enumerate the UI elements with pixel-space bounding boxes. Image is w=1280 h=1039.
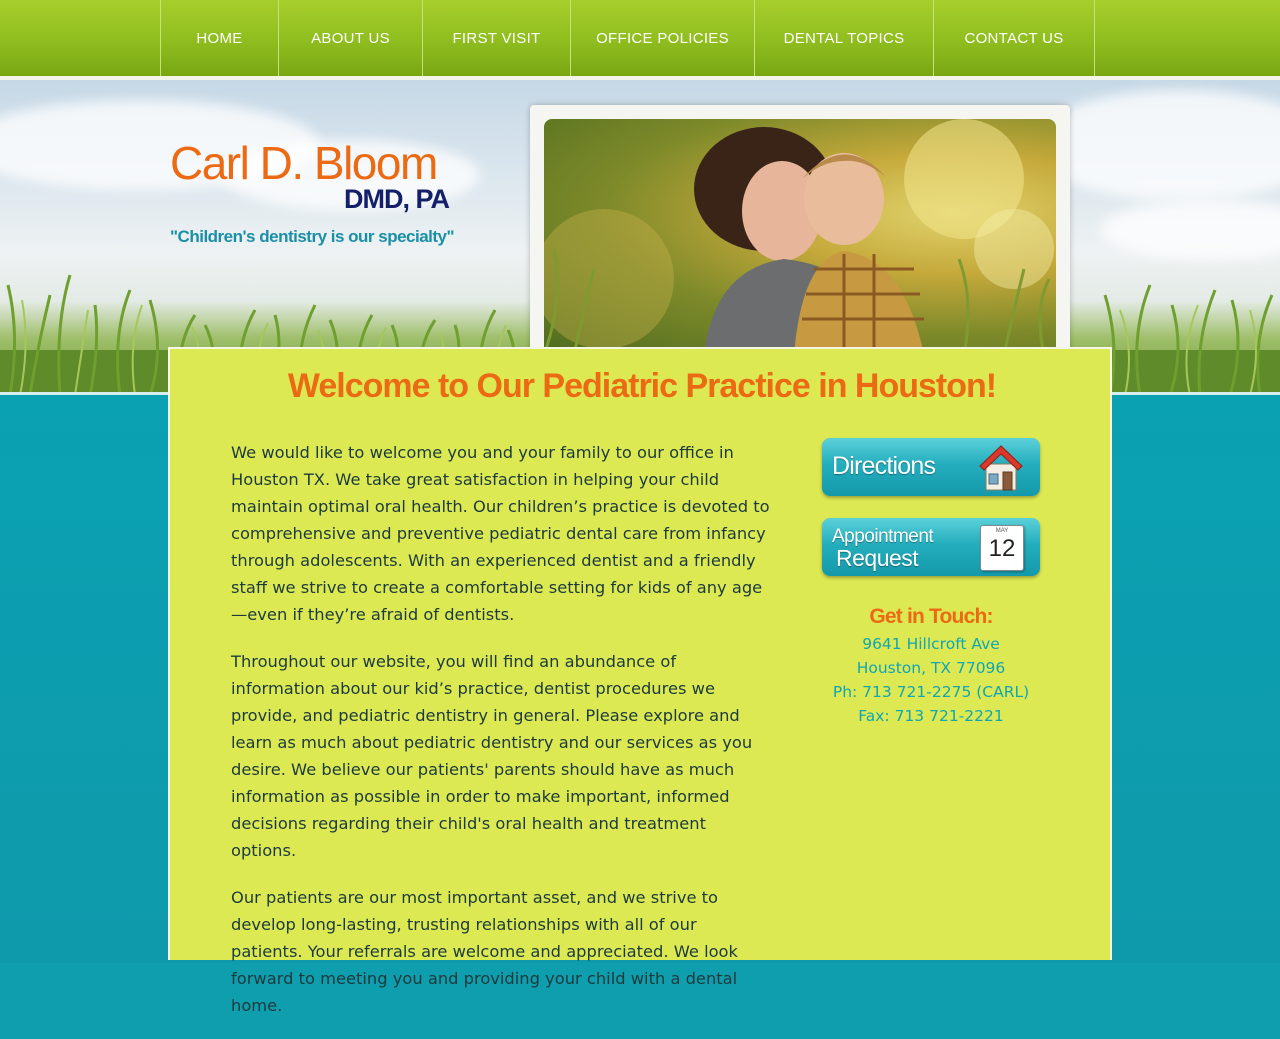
calendar-month: MAY bbox=[995, 528, 1009, 534]
top-navigation: HOME ABOUT US FIRST VISIT OFFICE POLICIE… bbox=[0, 0, 1280, 80]
practice-name: Carl D. Bloom bbox=[170, 137, 438, 189]
phone-number[interactable]: Ph: 713 721-2275 (CARL) bbox=[802, 683, 1060, 701]
content-panel: Welcome to Our Pediatric Practice in Hou… bbox=[168, 347, 1112, 1015]
nav-item-contact-us[interactable]: CONTACT US bbox=[933, 0, 1095, 76]
nav-menu: HOME ABOUT US FIRST VISIT OFFICE POLICIE… bbox=[160, 0, 1095, 76]
calendar-icon: MAY 12 bbox=[980, 525, 1024, 571]
practice-tagline: "Children's dentistry is our specialty" bbox=[170, 227, 455, 246]
house-icon bbox=[979, 445, 1023, 491]
nav-item-home[interactable]: HOME bbox=[160, 0, 278, 76]
practice-credentials: DMD, PA bbox=[344, 184, 450, 214]
nav-item-first-visit[interactable]: FIRST VISIT bbox=[422, 0, 570, 76]
hero-photo-mother-and-child bbox=[544, 119, 1056, 355]
directions-button[interactable]: Directions bbox=[822, 438, 1040, 496]
nav-item-dental-topics[interactable]: DENTAL TOPICS bbox=[754, 0, 933, 76]
appointment-request-button[interactable]: Appointment Request MAY 12 bbox=[822, 518, 1040, 576]
intro-paragraph-3: Our patients are our most important asse… bbox=[231, 888, 738, 1015]
address-street: 9641 Hillcroft Ave bbox=[862, 635, 1000, 653]
address-city: Houston, TX 77096 bbox=[856, 659, 1006, 677]
calendar-day: 12 bbox=[988, 535, 1016, 562]
fax-number: Fax: 713 721-2221 bbox=[858, 707, 1004, 725]
nav-item-office-policies[interactable]: OFFICE POLICIES bbox=[570, 0, 754, 76]
appointment-label-line2: Request bbox=[836, 545, 919, 571]
welcome-text: We would like to welcome you and your fa… bbox=[231, 439, 771, 1039]
page-title: Welcome to Our Pediatric Practice in Hou… bbox=[287, 367, 997, 405]
practice-logo[interactable]: Carl D. Bloom DMD, PA "Children's dentis… bbox=[170, 137, 455, 246]
intro-paragraph-1: We would like to welcome you and your fa… bbox=[231, 443, 770, 624]
nav-item-about-us[interactable]: ABOUT US bbox=[278, 0, 422, 76]
contact-heading: Get in Touch: bbox=[869, 605, 993, 628]
hero-photo-frame bbox=[530, 105, 1070, 355]
directions-label: Directions bbox=[832, 452, 936, 480]
intro-paragraph-2: Throughout our website, you will find an… bbox=[231, 652, 753, 860]
